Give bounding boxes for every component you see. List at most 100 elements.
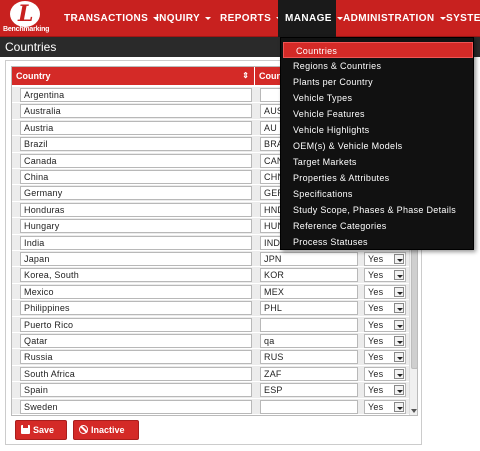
country-name-field[interactable]: Canada xyxy=(20,153,252,168)
menu-item[interactable]: Vehicle Features xyxy=(281,106,475,122)
country-code-field[interactable]: KOR xyxy=(260,268,358,283)
active-select[interactable]: Yes xyxy=(364,301,406,316)
nav-label: ADMINISTRATION xyxy=(343,13,435,24)
scroll-down-icon[interactable] xyxy=(411,409,417,413)
menu-item[interactable]: Vehicle Highlights xyxy=(281,122,475,138)
active-select[interactable]: Yes xyxy=(364,284,406,299)
country-code-field[interactable]: JPN xyxy=(260,252,358,266)
nav-manage[interactable]: MANAGE xyxy=(278,0,343,37)
country-name-field[interactable]: Mexico xyxy=(20,284,252,299)
active-select[interactable]: Yes xyxy=(364,268,406,283)
chevron-down-icon[interactable] xyxy=(394,319,404,330)
country-code-field[interactable] xyxy=(260,317,358,332)
sort-icon: ⇕ xyxy=(242,71,249,80)
country-name-field[interactable]: China xyxy=(20,170,252,184)
brand-logo[interactable]: L Benchmarking xyxy=(3,1,51,35)
active-value: Yes xyxy=(368,401,384,412)
menu-item[interactable]: Target Markets xyxy=(281,154,475,170)
country-name-field[interactable]: Spain xyxy=(20,383,252,398)
country-name-field[interactable]: Germany xyxy=(20,186,252,201)
chevron-down-icon[interactable] xyxy=(394,385,404,396)
country-code-field[interactable]: RUS xyxy=(260,350,358,365)
country-name-field[interactable]: Sweden xyxy=(20,399,252,414)
table-row: Qatar qa Yes xyxy=(12,333,417,350)
save-label: Save xyxy=(33,425,55,435)
country-name-field[interactable]: Japan xyxy=(20,252,252,266)
table-row: South Africa ZAF Yes xyxy=(12,365,417,383)
country-name-field[interactable]: Russia xyxy=(20,350,252,365)
country-name-field[interactable]: India xyxy=(20,235,252,250)
country-name-field[interactable]: Austria xyxy=(20,120,252,135)
country-code-field[interactable]: ZAF xyxy=(260,366,358,381)
menu-item[interactable]: OEM(s) & Vehicle Models xyxy=(281,138,475,154)
country-name-field[interactable]: Honduras xyxy=(20,202,252,217)
menu-item[interactable]: Countries xyxy=(283,42,473,58)
nav-label: TRANSACTIONS xyxy=(64,13,149,24)
country-name-field[interactable]: Korea, South xyxy=(20,268,252,283)
active-value: Yes xyxy=(368,303,384,314)
save-button[interactable]: Save xyxy=(15,420,67,440)
nav-label: SYSTEM xyxy=(446,13,480,24)
country-name-field[interactable]: Australia xyxy=(20,104,252,119)
active-select[interactable]: Yes xyxy=(364,317,406,332)
table-row: Spain ESP Yes xyxy=(12,382,417,399)
country-name-field[interactable]: Brazil xyxy=(20,137,252,152)
country-name-field[interactable]: Puerto Rico xyxy=(20,317,252,332)
country-name-field[interactable]: Qatar xyxy=(20,334,252,348)
table-row: Korea, South KOR Yes xyxy=(12,267,417,284)
active-select[interactable]: Yes xyxy=(364,366,406,381)
table-row: Philippines PHL Yes xyxy=(12,300,417,317)
caret-down-icon xyxy=(336,16,343,20)
country-code-field[interactable]: ESP xyxy=(260,383,358,398)
nav-administration[interactable]: ADMINISTRATION xyxy=(343,0,446,37)
chevron-down-icon[interactable] xyxy=(394,401,404,412)
nav-reports[interactable]: REPORTS xyxy=(220,0,283,37)
menu-item[interactable]: Reference Categories xyxy=(281,218,475,234)
chevron-down-icon[interactable] xyxy=(394,336,404,346)
chevron-down-icon[interactable] xyxy=(394,352,404,363)
table-row: Mexico MEX Yes xyxy=(12,283,417,301)
active-select[interactable]: Yes xyxy=(364,383,406,398)
chevron-down-icon[interactable] xyxy=(394,286,404,297)
active-value: Yes xyxy=(368,319,384,330)
inactive-button[interactable]: Inactive xyxy=(73,420,139,440)
country-code-field[interactable]: PHL xyxy=(260,301,358,316)
menu-item[interactable]: Properties & Attributes xyxy=(281,170,475,186)
active-select[interactable]: Yes xyxy=(364,252,406,266)
logo-letter: L xyxy=(18,1,34,27)
country-name-field[interactable]: South Africa xyxy=(20,366,252,381)
save-icon xyxy=(21,425,30,434)
active-value: Yes xyxy=(368,270,384,281)
active-select[interactable]: Yes xyxy=(364,334,406,348)
table-row: Japan JPN Yes xyxy=(12,251,417,268)
nav-system[interactable]: SYSTEM xyxy=(446,0,480,37)
nav-label: MANAGE xyxy=(285,13,332,24)
country-name-field[interactable]: Philippines xyxy=(20,301,252,316)
country-code-field[interactable]: qa xyxy=(260,334,358,348)
menu-item[interactable]: Process Statuses xyxy=(281,234,475,250)
chevron-down-icon[interactable] xyxy=(394,368,404,379)
country-name-field[interactable]: Argentina xyxy=(20,88,252,102)
top-navbar: L Benchmarking TRANSACTIONS INQUIRY REPO… xyxy=(0,0,480,37)
chevron-down-icon[interactable] xyxy=(394,303,404,314)
table-row: Puerto Rico Yes xyxy=(12,316,417,333)
country-code-field[interactable]: MEX xyxy=(260,284,358,299)
column-header-country[interactable]: Country ⇕ xyxy=(12,67,255,85)
active-value: Yes xyxy=(368,352,384,363)
chevron-down-icon[interactable] xyxy=(394,254,404,264)
header-label: Country xyxy=(16,71,51,81)
menu-item[interactable]: Plants per Country xyxy=(281,74,475,90)
country-name-field[interactable]: Hungary xyxy=(20,219,252,234)
menu-item[interactable]: Specifications xyxy=(281,186,475,202)
menu-item[interactable]: Vehicle Types xyxy=(281,90,475,106)
nav-inquiry[interactable]: INQUIRY xyxy=(156,0,212,37)
menu-item[interactable]: Study Scope, Phases & Phase Details xyxy=(281,202,475,218)
manage-dropdown-menu: Countries Regions & Countries Plants per C… xyxy=(280,37,474,250)
active-select[interactable]: Yes xyxy=(364,350,406,365)
menu-item[interactable]: Regions & Countries xyxy=(281,58,475,74)
nav-transactions[interactable]: TRANSACTIONS xyxy=(64,0,160,37)
country-code-field[interactable] xyxy=(260,399,358,414)
chevron-down-icon[interactable] xyxy=(394,270,404,281)
active-select[interactable]: Yes xyxy=(364,399,406,414)
active-value: Yes xyxy=(368,336,384,346)
